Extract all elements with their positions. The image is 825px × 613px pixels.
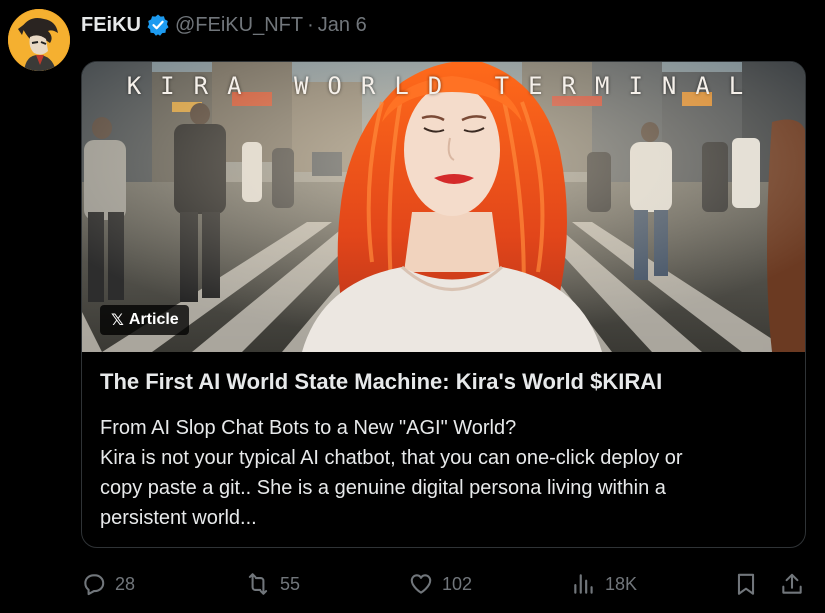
article-badge: 𝕏 Article bbox=[100, 305, 189, 335]
views-button[interactable]: 18K bbox=[571, 566, 637, 602]
article-description-line: From AI Slop Chat Bots to a New "AGI" Wo… bbox=[100, 417, 517, 439]
article-card[interactable]: KIRA WORLD TERMINAL 𝕏 Article The First … bbox=[81, 61, 806, 548]
avatar[interactable] bbox=[8, 9, 70, 71]
separator-dot: · bbox=[307, 13, 314, 36]
article-cover-image: KIRA WORLD TERMINAL 𝕏 Article bbox=[82, 62, 805, 352]
reply-count: 28 bbox=[115, 573, 136, 594]
share-icon bbox=[782, 573, 802, 594]
article-title[interactable]: The First AI World State Machine: Kira's… bbox=[100, 369, 790, 395]
reply-button[interactable]: 28 bbox=[81, 566, 135, 602]
x-logo-icon: 𝕏 bbox=[111, 312, 124, 329]
article-description-line: copy paste a git.. She is a genuine digi… bbox=[100, 477, 666, 499]
tweet-date[interactable]: Jan 6 bbox=[318, 14, 367, 37]
article-description-line: Kira is not your typical AI chatbot, tha… bbox=[100, 447, 683, 469]
reply-icon bbox=[84, 574, 105, 596]
heart-icon bbox=[410, 574, 432, 594]
bookmark-icon bbox=[737, 573, 755, 595]
avatar-image bbox=[8, 9, 70, 71]
tweet[interactable]: FEiKU @FEiKU_NFT · Jan 6 KIRA WORLD TERM… bbox=[0, 0, 825, 613]
bookmark-button[interactable] bbox=[733, 566, 759, 602]
repost-count: 55 bbox=[280, 573, 301, 594]
article-badge-label: Article bbox=[128, 311, 179, 328]
like-count: 102 bbox=[442, 573, 473, 594]
verified-badge-icon[interactable] bbox=[146, 13, 170, 37]
tweet-action-bar: 28 55 102 18K bbox=[81, 566, 806, 602]
tweet-header: FEiKU @FEiKU_NFT · Jan 6 bbox=[81, 11, 367, 39]
cover-overlay-title: KIRA WORLD TERMINAL bbox=[126, 72, 763, 100]
article-description: From AI Slop Chat Bots to a New "AGI" Wo… bbox=[100, 413, 795, 533]
article-description-line: persistent world... bbox=[100, 507, 257, 529]
author-handle[interactable]: @FEiKU_NFT bbox=[175, 14, 303, 37]
share-button[interactable] bbox=[779, 566, 805, 602]
repost-icon bbox=[248, 573, 268, 595]
like-button[interactable]: 102 bbox=[408, 566, 472, 602]
author-display-name[interactable]: FEiKU bbox=[81, 14, 141, 37]
repost-button[interactable]: 55 bbox=[244, 566, 300, 602]
views-chart-icon bbox=[574, 574, 593, 594]
views-count: 18K bbox=[605, 573, 638, 594]
